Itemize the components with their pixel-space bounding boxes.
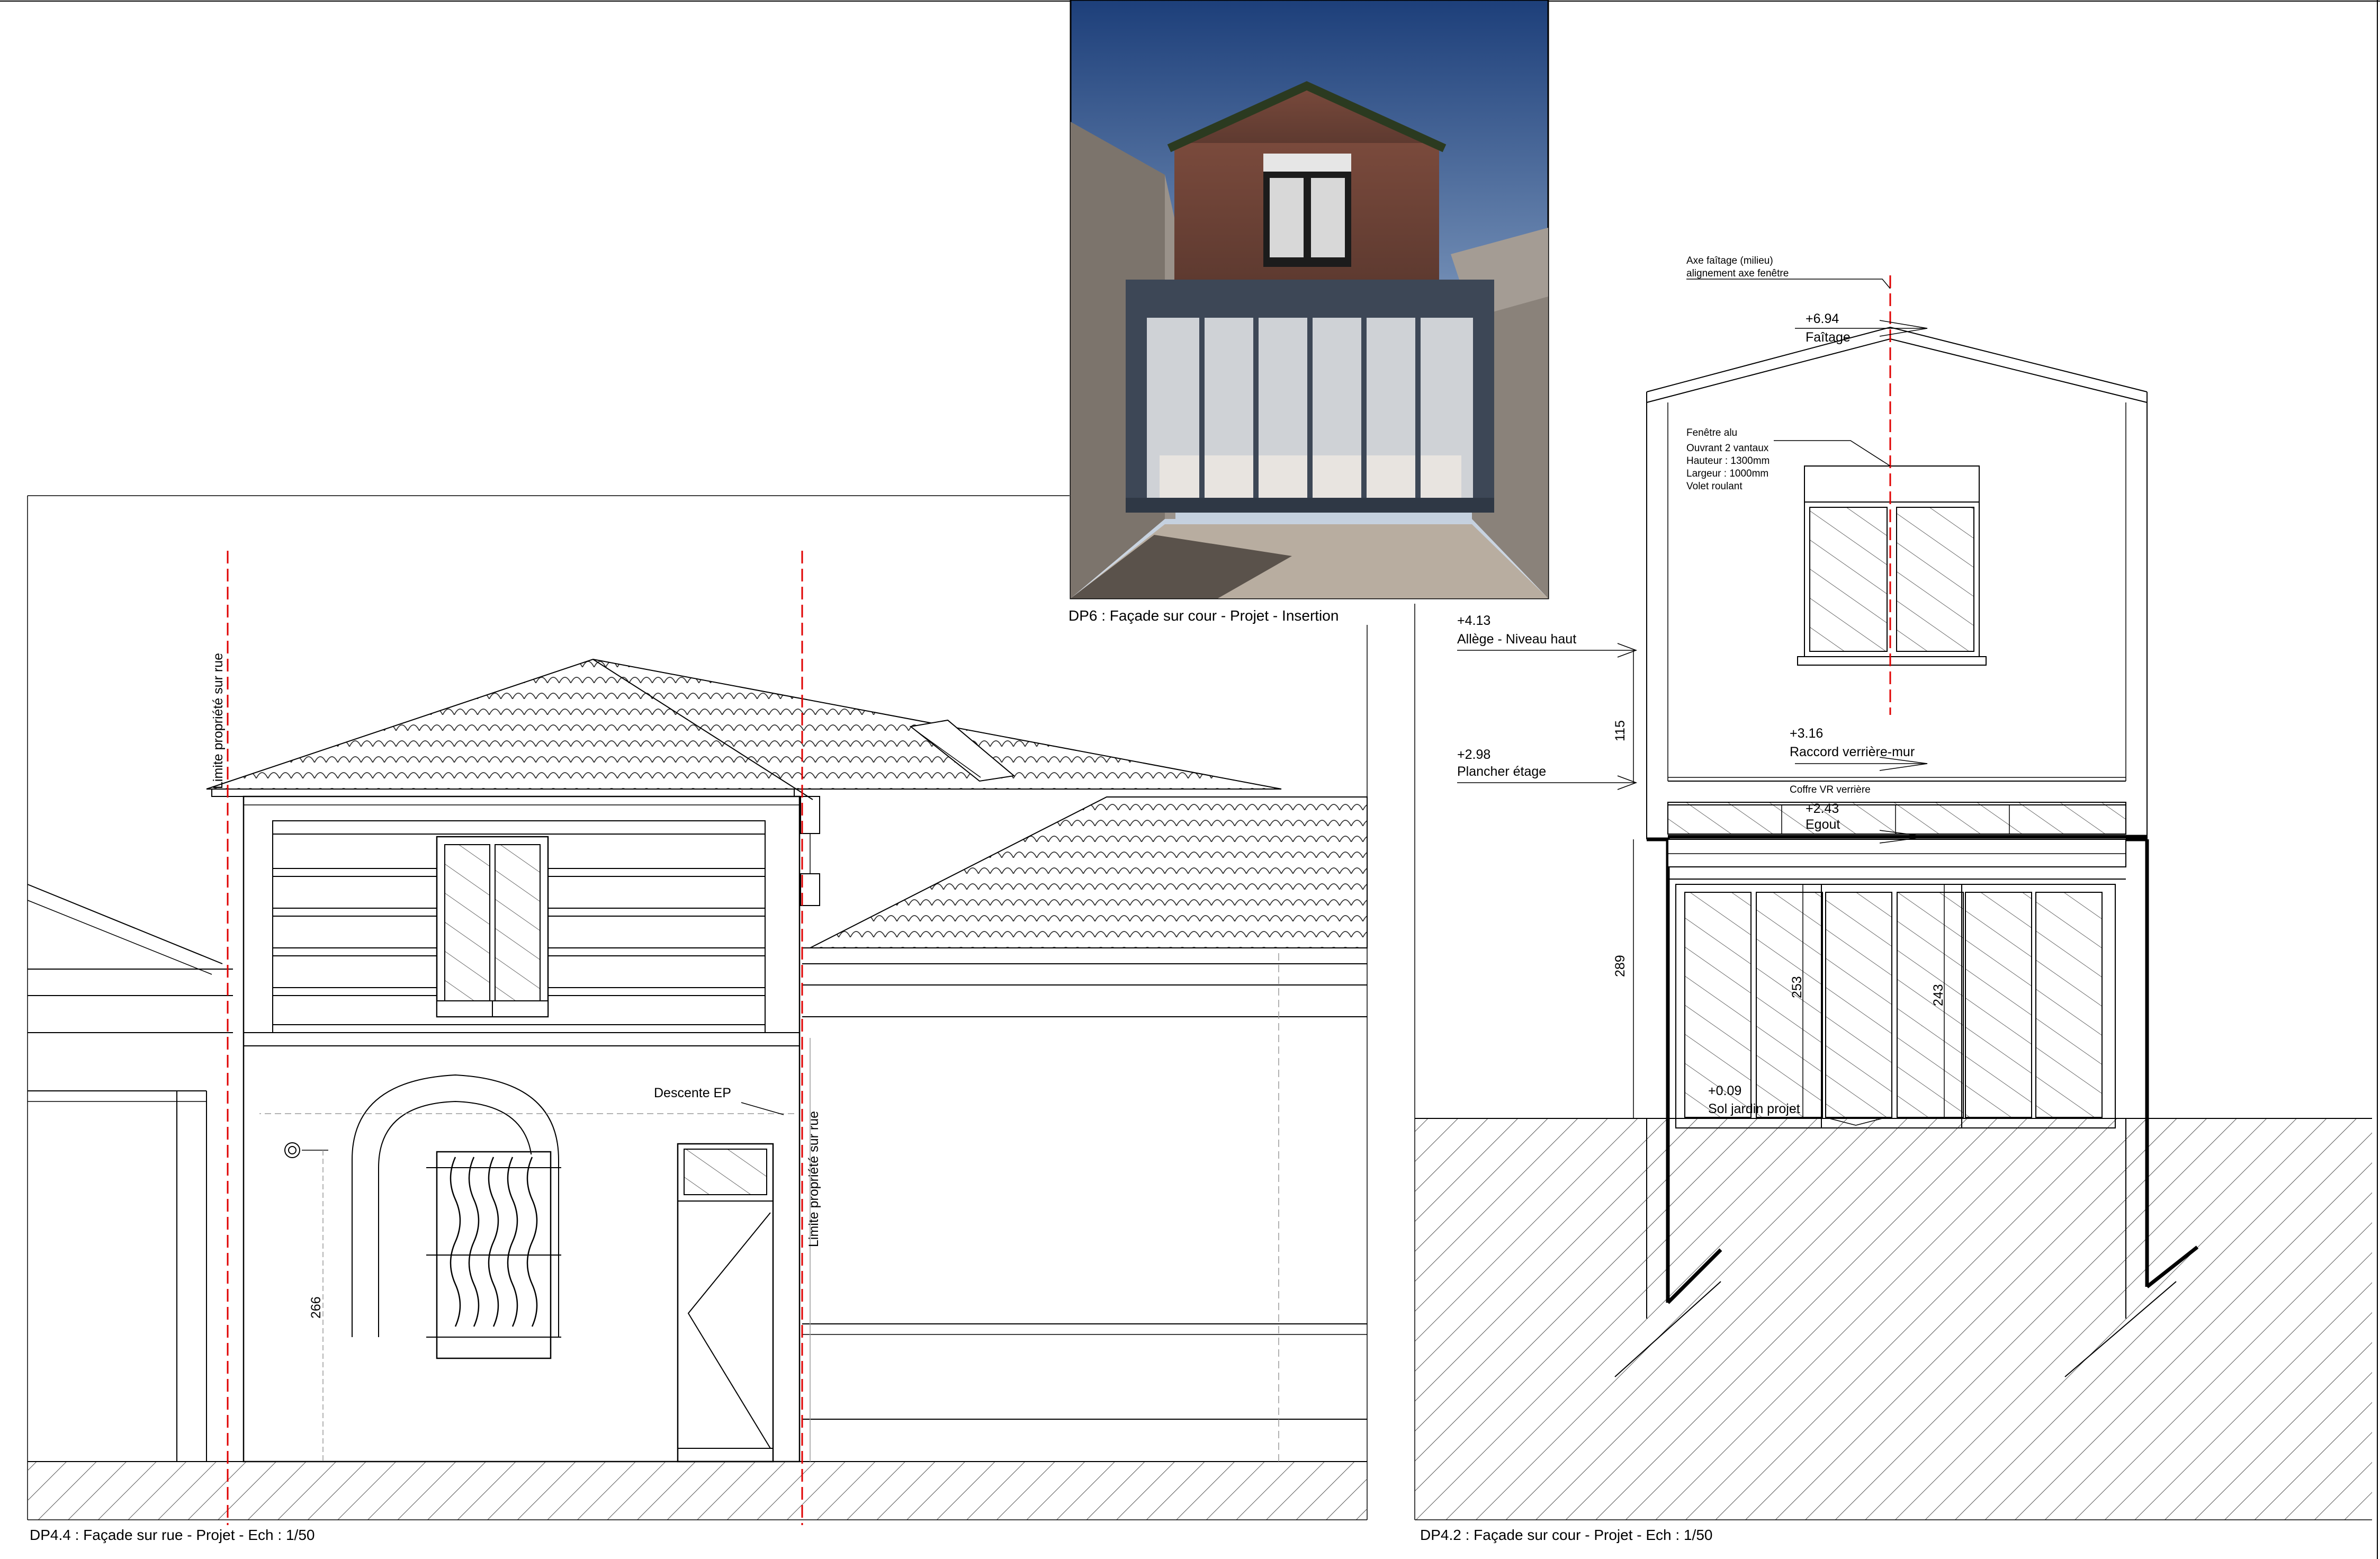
street-limit-left-label: Limite propriété sur rue	[211, 653, 226, 789]
drawing-sheet: DP6 : Façade sur cour - Projet - Inserti…	[0, 0, 2380, 1559]
floor-level: +2.98	[1457, 747, 1490, 762]
photo-caption: DP6 : Façade sur cour - Projet - Inserti…	[1068, 607, 1339, 624]
window-note-4: Largeur : 1000mm	[1686, 468, 1768, 479]
junction-label: Raccord verrière-mur	[1790, 745, 1915, 759]
ridge-level: +6.94	[1806, 311, 1839, 326]
yard-facade-drawing	[1414, 275, 2372, 1520]
sill-level: +4.13	[1457, 613, 1490, 628]
street-dim-266: 266	[309, 1296, 324, 1319]
ridge-axis-note-2: alignement axe fenêtre	[1686, 268, 1789, 279]
window-note-3: Hauteur : 1300mm	[1686, 455, 1770, 467]
ridge-axis-note-1: Axe faîtage (milieu)	[1686, 255, 1773, 266]
garden-level: +0.09	[1708, 1083, 1741, 1098]
street-limit-right-label: Limite propriété sur rue	[806, 1111, 821, 1247]
window-note-1: Fenêtre alu	[1686, 427, 1737, 438]
junction-level: +3.16	[1790, 726, 1823, 741]
street-facade-drawing	[27, 495, 1368, 1525]
floor-label: Plancher étage	[1457, 764, 1546, 779]
photo-insertion-render	[1070, 0, 1549, 599]
dim-115: 115	[1613, 720, 1628, 741]
eave-level: +2.43	[1806, 801, 1839, 816]
window-note-2: Ouvrant 2 vantaux	[1686, 443, 1769, 454]
ridge-label: Faîtage	[1806, 330, 1851, 345]
downpipe-label: Descente EP	[654, 1086, 731, 1100]
sill-label: Allège - Niveau haut	[1457, 632, 1576, 647]
dim-289: 289	[1613, 955, 1628, 977]
garden-label: Sol jardin projet	[1708, 1101, 1800, 1116]
street-caption: DP4.4 : Façade sur rue - Projet - Ech : …	[30, 1527, 315, 1543]
eave-label: Egout	[1806, 817, 1840, 832]
window-note-5: Volet roulant	[1686, 481, 1743, 492]
dim-243: 243	[1931, 984, 1946, 1006]
box-label: Coffre VR verrière	[1790, 784, 1871, 795]
yard-caption: DP4.2 : Façade sur cour - Projet - Ech :…	[1420, 1527, 1712, 1543]
dim-253: 253	[1790, 976, 1804, 998]
